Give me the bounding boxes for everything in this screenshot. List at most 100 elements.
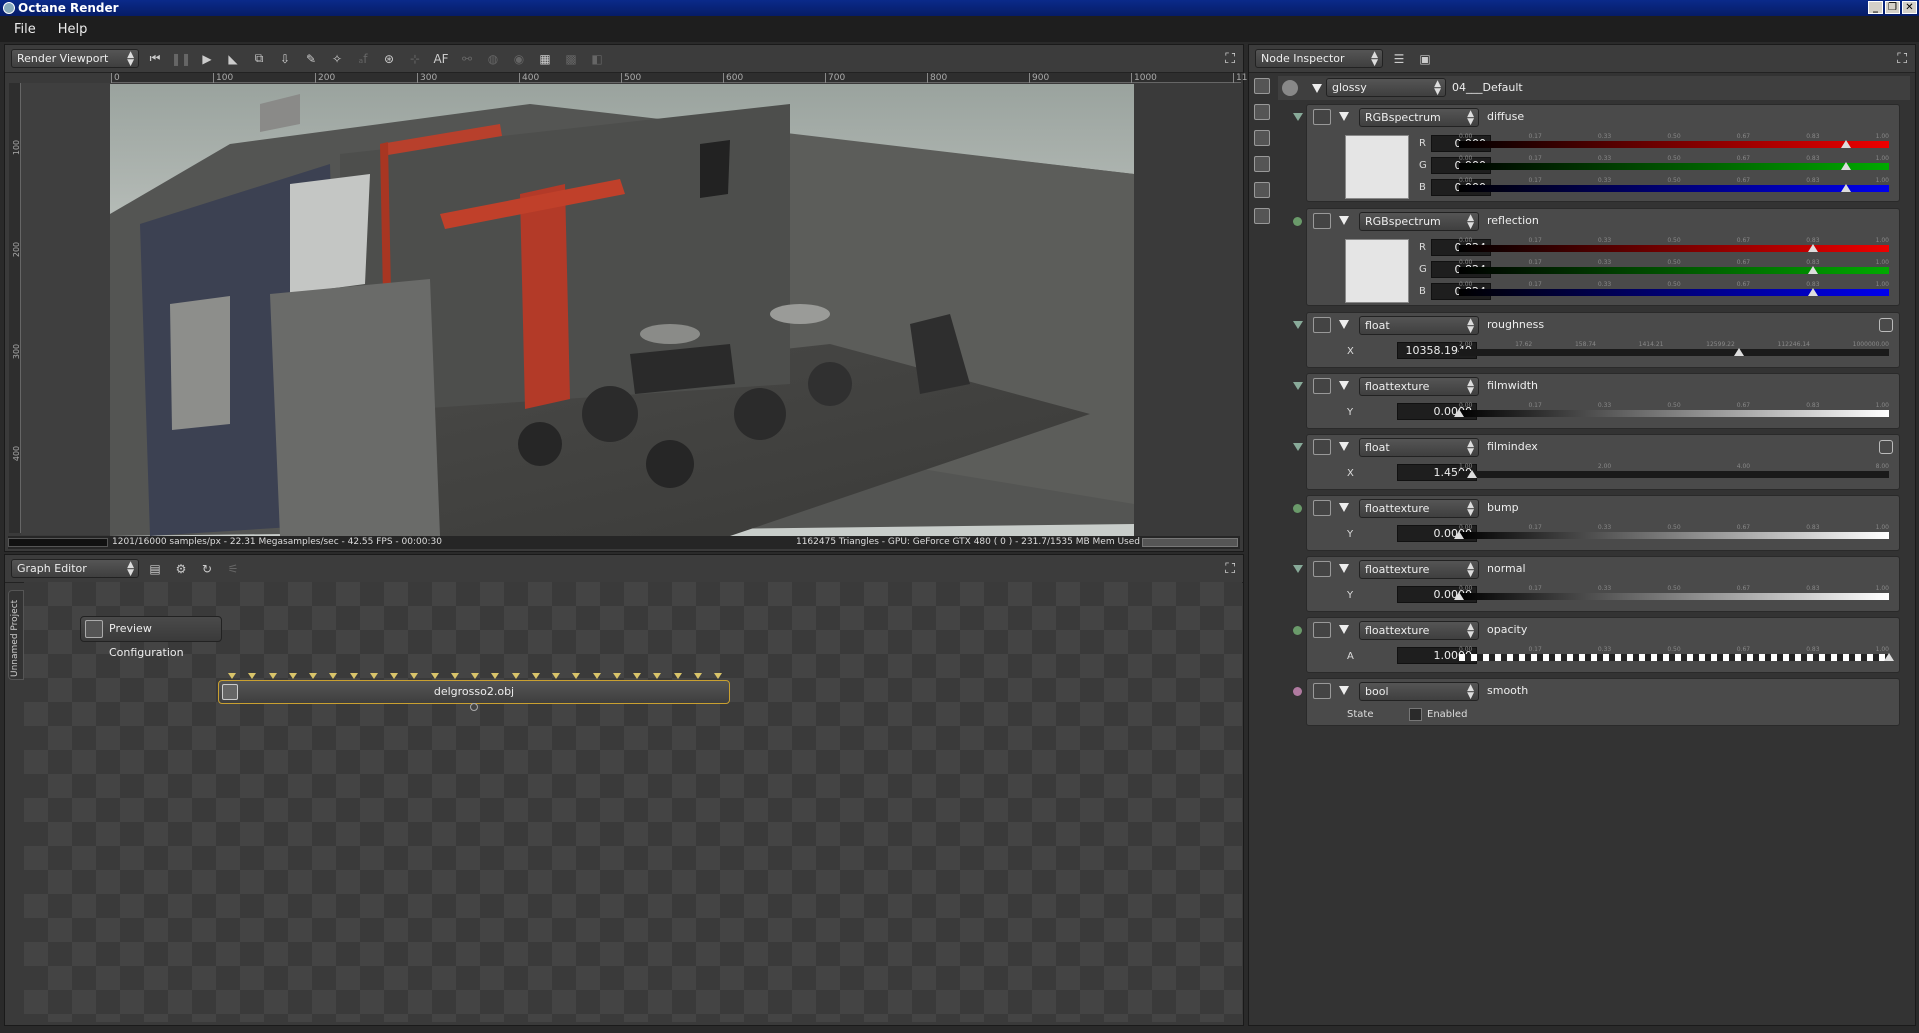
- filmindex-curve-icon[interactable]: [1879, 440, 1893, 454]
- connected-dot-icon[interactable]: [1293, 504, 1302, 513]
- input-pin[interactable]: [450, 673, 459, 679]
- restore-button[interactable]: ❐: [1885, 1, 1900, 14]
- input-pin[interactable]: [471, 673, 479, 679]
- maximize-icon[interactable]: ⛶: [1225, 51, 1235, 67]
- input-pin[interactable]: [592, 673, 601, 679]
- pick-focus-icon[interactable]: ⊹: [405, 49, 425, 69]
- input-pin[interactable]: [309, 673, 317, 679]
- expand-arrow-icon[interactable]: [1293, 113, 1303, 121]
- material-picker-icon[interactable]: ✧: [327, 49, 347, 69]
- input-pin[interactable]: [491, 673, 500, 679]
- diffuse-b-slider[interactable]: 0.00 0.17 0.33 0.50 0.67 0.83 1.00: [1459, 178, 1889, 193]
- expand-arrow-icon[interactable]: [1293, 443, 1303, 451]
- input-pin[interactable]: [531, 673, 540, 679]
- input-pin[interactable]: [673, 673, 682, 679]
- reflection-g-slider[interactable]: 0.00 0.17 0.33 0.50 0.67 0.83 1.00: [1459, 260, 1889, 275]
- collapse-arrow-icon[interactable]: [1339, 216, 1349, 225]
- input-pin[interactable]: [552, 673, 560, 679]
- reflection-b-slider[interactable]: 0.00 0.17 0.33 0.50 0.67 0.83 1.00: [1459, 282, 1889, 297]
- close-button[interactable]: ✕: [1902, 1, 1917, 14]
- camera-reset-icon[interactable]: ◣: [223, 49, 243, 69]
- reflection-r-slider[interactable]: 0.00 0.17 0.33 0.50 0.67 0.83 1.00: [1459, 238, 1889, 253]
- inspector-maximize-icon[interactable]: ⛶: [1897, 51, 1907, 67]
- reflection-color-swatch[interactable]: [1345, 239, 1409, 303]
- link-icon[interactable]: ⚯: [457, 49, 477, 69]
- bump-slider[interactable]: 0.00 0.17 0.33 0.50 0.67 0.83 1.00: [1454, 525, 1889, 540]
- film-icon[interactable]: [1254, 130, 1270, 146]
- node-output-pin[interactable]: [470, 703, 478, 711]
- input-pin[interactable]: [693, 673, 702, 679]
- diffuse-r-slider[interactable]: 0.00 0.17 0.33 0.50 0.67 0.83 1.00: [1459, 134, 1889, 149]
- connected-dot-icon[interactable]: [1293, 687, 1302, 696]
- grid-view-icon[interactable]: ▦: [535, 49, 555, 69]
- input-pin[interactable]: [653, 673, 662, 679]
- filmwidth-slider-thumb[interactable]: [1454, 409, 1464, 417]
- graph-canvas[interactable]: [24, 582, 1242, 1022]
- graph-selector[interactable]: Graph Editor ▲ ▼: [11, 559, 139, 578]
- collapse-arrow-icon[interactable]: [1339, 564, 1349, 573]
- viewport-selector[interactable]: Render Viewport ▲ ▼: [11, 49, 139, 68]
- autofocus-button[interactable]: AF: [431, 49, 451, 69]
- save-render-icon[interactable]: ⇩: [275, 49, 295, 69]
- play-icon[interactable]: ▶: [197, 49, 217, 69]
- load-icon[interactable]: ▤: [145, 559, 165, 579]
- diffuse-g-slider[interactable]: 0.00 0.17 0.33 0.50 0.67 0.83 1.00: [1459, 156, 1889, 171]
- collapse-icon[interactable]: ☰: [1389, 49, 1409, 69]
- collapse-arrow-icon[interactable]: [1339, 686, 1349, 695]
- checker-icon[interactable]: ▩: [561, 49, 581, 69]
- minimize-button[interactable]: _: [1868, 1, 1883, 14]
- af-dim-icon[interactable]: ₐf: [353, 49, 373, 69]
- diffuse-r-slider-thumb[interactable]: [1841, 140, 1851, 148]
- filmindex-slider[interactable]: 1.00 2.00 4.00 8.00: [1459, 464, 1889, 479]
- kernel-icon[interactable]: [1254, 208, 1270, 224]
- copy-icon[interactable]: ⧉: [249, 49, 269, 69]
- normal-slider[interactable]: 0.00 0.17 0.33 0.50 0.67 0.83 1.00: [1454, 586, 1889, 601]
- roughness-curve-icon[interactable]: [1879, 318, 1893, 332]
- input-pin[interactable]: [612, 673, 621, 679]
- input-pin[interactable]: [349, 673, 358, 679]
- bump-type-select[interactable]: floattexture ▲ ▼: [1359, 499, 1479, 518]
- connected-dot-icon[interactable]: [1293, 626, 1302, 635]
- project-side-tab[interactable]: Unnamed Project: [8, 590, 24, 680]
- expand-arrow-icon[interactable]: [1293, 321, 1303, 329]
- input-pin[interactable]: [228, 673, 236, 679]
- reflection-type-select[interactable]: RGBspectrum ▲ ▼: [1359, 212, 1479, 231]
- menu-file[interactable]: File: [6, 20, 44, 39]
- preview-configuration-node[interactable]: Preview Configuration: [80, 616, 222, 659]
- roughness-slider-thumb[interactable]: [1733, 348, 1744, 356]
- normal-type-select[interactable]: floattexture ▲ ▼: [1359, 560, 1479, 579]
- filmwidth-slider[interactable]: 0.00 0.17 0.33 0.50 0.67 0.83 1.00: [1454, 403, 1889, 418]
- expand-arrow-icon[interactable]: [1293, 565, 1303, 573]
- pause-icon[interactable]: ❚❚: [171, 49, 191, 69]
- roughness-slider[interactable]: 2.00 17.62 158.74 1414.21 12599.22 112246.14 1…: [1459, 342, 1889, 357]
- smooth-type-select[interactable]: bool ▲ ▼: [1359, 682, 1479, 701]
- region-icon[interactable]: ◍: [483, 49, 503, 69]
- filmwidth-type-select[interactable]: floattexture ▲ ▼: [1359, 377, 1479, 396]
- input-pin[interactable]: [369, 673, 378, 679]
- input-pin[interactable]: [572, 673, 581, 679]
- bump-slider-thumb[interactable]: [1454, 531, 1464, 539]
- region2-icon[interactable]: ◉: [509, 49, 529, 69]
- diffuse-g-slider-thumb[interactable]: [1841, 162, 1851, 170]
- collapse-arrow-icon[interactable]: [1339, 320, 1349, 329]
- opacity-type-select[interactable]: floattexture ▲ ▼: [1359, 621, 1479, 640]
- mesh-icon[interactable]: ⚙: [171, 559, 191, 579]
- material-type-select[interactable]: glossy ▲ ▼: [1326, 78, 1446, 97]
- normal-slider-thumb[interactable]: [1454, 592, 1464, 600]
- render-image[interactable]: [110, 84, 1134, 536]
- mesh-node[interactable]: delgrosso2.obj: [218, 680, 730, 704]
- input-pin[interactable]: [329, 673, 338, 679]
- input-pin[interactable]: [410, 673, 419, 679]
- render-target-icon[interactable]: [1254, 78, 1270, 94]
- material-expand-icon[interactable]: [1312, 84, 1322, 93]
- rewind-icon[interactable]: ⏮: [145, 49, 165, 69]
- roughness-type-select[interactable]: float ▲ ▼: [1359, 316, 1479, 335]
- picker-icon[interactable]: ✎: [301, 49, 321, 69]
- reflection-g-slider-thumb[interactable]: [1808, 266, 1819, 274]
- split-icon[interactable]: ◧: [587, 49, 607, 69]
- collapse-arrow-icon[interactable]: [1339, 112, 1349, 121]
- inspector-selector[interactable]: Node Inspector ▲ ▼: [1255, 49, 1383, 68]
- diffuse-b-slider-thumb[interactable]: [1841, 184, 1851, 192]
- filmindex-type-select[interactable]: float ▲ ▼: [1359, 438, 1479, 457]
- input-pin[interactable]: [288, 673, 297, 679]
